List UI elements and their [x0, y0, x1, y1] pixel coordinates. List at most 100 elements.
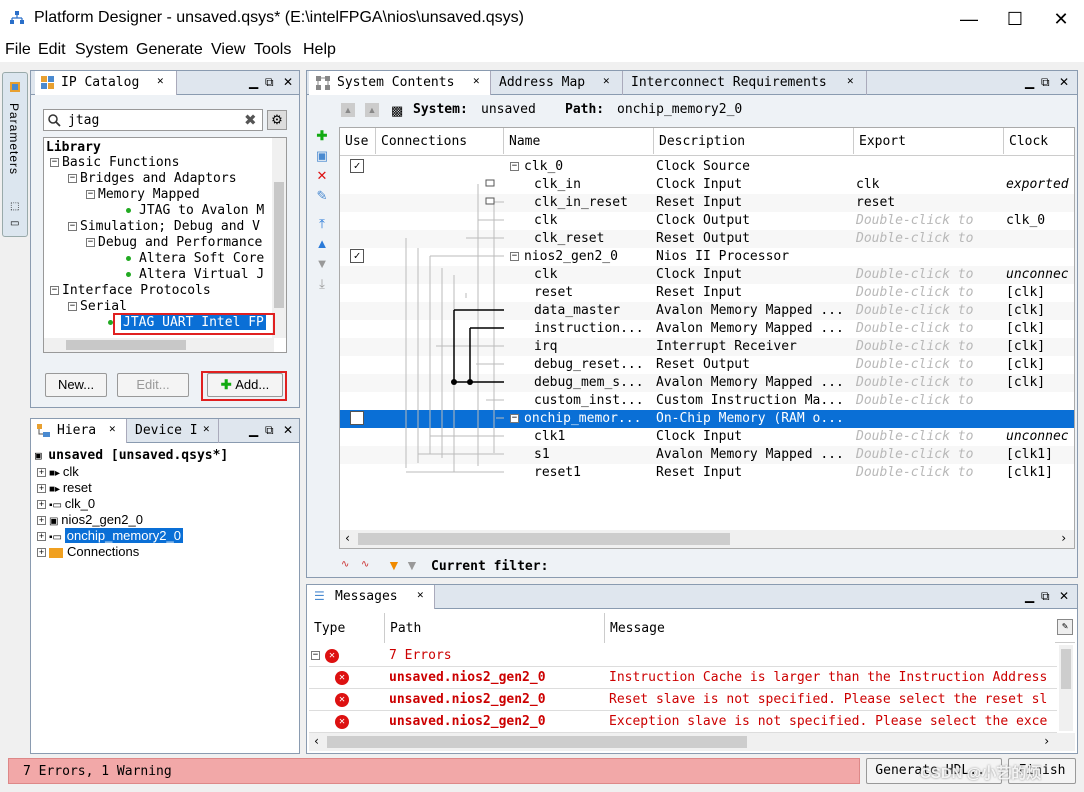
table-horizontal-scrollbar[interactable]: ‹ ›: [340, 530, 1074, 548]
close-icon[interactable]: ✕: [109, 422, 116, 435]
menu-system[interactable]: System: [75, 41, 128, 59]
menu-view[interactable]: View: [211, 41, 245, 59]
tree-altera-virtual-jtag[interactable]: Altera Virtual J: [126, 267, 264, 282]
row-clock[interactable]: clk_0: [1006, 213, 1074, 228]
minimize-panel-icon[interactable]: ▁: [1025, 75, 1034, 89]
row-clock[interactable]: exported: [1006, 177, 1074, 192]
row-clock[interactable]: [clk]: [1006, 285, 1074, 300]
maximize-panel-icon[interactable]: ⧉: [1041, 75, 1050, 90]
remove-icon[interactable]: ✕: [315, 169, 329, 183]
close-panel-icon[interactable]: ✕: [1059, 75, 1069, 89]
row-export[interactable]: reset: [856, 195, 1002, 210]
hierarchy-item-clk0[interactable]: + ▪▭ clk_0: [37, 496, 95, 511]
message-row[interactable]: ✕ unsaved.nios2_gen2_0 Instruction Cache i…: [309, 667, 1057, 689]
row-export[interactable]: clk: [856, 177, 1002, 192]
col-export[interactable]: Export: [854, 128, 1004, 154]
minimize-button[interactable]: —: [946, 0, 992, 38]
col-clock[interactable]: Clock: [1004, 128, 1074, 154]
row-name[interactable]: irq: [534, 339, 652, 354]
hierarchy-item-onchip-memory[interactable]: + ▪▭ onchip_memory2_0: [37, 528, 183, 543]
tree-simulation-debug[interactable]: − Simulation; Debug and V: [68, 219, 260, 234]
msg-col-type[interactable]: Type: [309, 613, 385, 643]
row-export[interactable]: Double-click to: [856, 375, 1002, 390]
edit-component-icon[interactable]: ✎: [315, 189, 329, 203]
maximize-panel-icon[interactable]: ⧉: [265, 423, 274, 438]
hierarchy-item-connections[interactable]: + Connections: [37, 544, 139, 559]
hierarchy-item-clk[interactable]: + ■▸ clk: [37, 464, 79, 479]
tab-address-map[interactable]: Address Map ✕: [491, 71, 623, 95]
clear-search-icon[interactable]: ✖: [244, 111, 257, 129]
row-name[interactable]: clk1: [534, 429, 652, 444]
row-clock[interactable]: [clk]: [1006, 321, 1074, 336]
row-export[interactable]: Double-click to: [856, 357, 1002, 372]
parameters-side-tab[interactable]: Parameters ⬚ ▭: [2, 72, 28, 237]
row-name[interactable]: clk_reset: [534, 231, 652, 246]
menu-generate[interactable]: Generate: [136, 41, 203, 59]
maximize-panel-icon[interactable]: ⧉: [1041, 589, 1050, 604]
messages-horizontal-scrollbar[interactable]: ‹ ›: [309, 733, 1075, 751]
hierarchy-root[interactable]: ▣ unsaved [unsaved.qsys*]: [35, 448, 228, 463]
row-name[interactable]: clk: [534, 213, 652, 228]
row-export[interactable]: Double-click to: [856, 393, 1002, 408]
tree-memory-mapped[interactable]: − Memory Mapped: [86, 187, 200, 202]
maximize-button[interactable]: ☐: [992, 0, 1038, 38]
col-filter-icon[interactable]: ∿: [361, 559, 369, 570]
add-subsystem-icon[interactable]: ▣: [315, 149, 329, 163]
use-checkbox[interactable]: ✓: [350, 411, 364, 425]
row-name[interactable]: − clk_0: [510, 159, 650, 174]
msg-col-path[interactable]: Path: [385, 613, 605, 643]
close-icon[interactable]: ✕: [847, 74, 854, 87]
tab-ip-catalog[interactable]: IP Catalog ✕: [35, 71, 177, 95]
row-clock[interactable]: unconnec: [1006, 267, 1074, 282]
row-clock[interactable]: unconnec: [1006, 429, 1074, 444]
col-name[interactable]: Name: [504, 128, 654, 154]
row-name[interactable]: instruction...: [534, 321, 652, 336]
tree-horizontal-scrollbar[interactable]: [44, 338, 274, 352]
restore-icon[interactable]: ⬚: [10, 201, 19, 212]
edit-button[interactable]: Edit...: [117, 373, 189, 397]
expander-icon[interactable]: −: [510, 252, 519, 261]
scroll-left-icon[interactable]: ‹: [344, 531, 351, 545]
row-export[interactable]: Double-click to: [856, 447, 1002, 462]
row-name[interactable]: custom_inst...: [534, 393, 652, 408]
menu-file[interactable]: File: [5, 41, 31, 59]
row-export[interactable]: Double-click to: [856, 321, 1002, 336]
connections-graph[interactable]: [376, 158, 504, 482]
col-use[interactable]: Use: [340, 128, 376, 154]
tab-hierarchy[interactable]: Hiera ✕: [31, 419, 127, 443]
minimize-panel-icon[interactable]: ▁: [249, 75, 258, 89]
row-export[interactable]: Double-click to: [856, 303, 1002, 318]
col-connections[interactable]: Connections: [376, 128, 504, 154]
row-clock[interactable]: [clk]: [1006, 339, 1074, 354]
use-checkbox[interactable]: ✓: [350, 159, 364, 173]
expander-icon[interactable]: −: [510, 414, 519, 423]
row-name[interactable]: − nios2_gen2_0: [510, 249, 650, 264]
close-icon[interactable]: ✕: [157, 74, 164, 87]
tree-bridges-and-adaptors[interactable]: − Bridges and Adaptors: [68, 171, 237, 186]
row-name[interactable]: reset: [534, 285, 652, 300]
close-panel-icon[interactable]: ✕: [283, 75, 293, 89]
tree-basic-functions[interactable]: − Basic Functions: [50, 155, 179, 170]
row-export[interactable]: Double-click to: [856, 285, 1002, 300]
message-row[interactable]: ✕ unsaved.nios2_gen2_0 Reset slave is not …: [309, 689, 1057, 711]
gear-icon[interactable]: ⚙: [267, 110, 287, 130]
row-clock[interactable]: [clk]: [1006, 303, 1074, 318]
row-filter-icon[interactable]: ∿: [341, 559, 349, 570]
move-down-icon[interactable]: ▼: [315, 257, 329, 271]
scroll-right-icon[interactable]: ›: [1060, 531, 1067, 545]
row-export[interactable]: Double-click to: [856, 339, 1002, 354]
ip-search-box[interactable]: jtag ✖: [43, 109, 263, 131]
clear-filter-icon[interactable]: ▼: [405, 557, 419, 573]
row-name[interactable]: clk: [534, 267, 652, 282]
row-name[interactable]: data_master: [534, 303, 652, 318]
tree-interface-protocols[interactable]: − Interface Protocols: [50, 283, 211, 298]
tab-messages[interactable]: ☰ Messages ✕: [307, 585, 435, 609]
tab-system-contents[interactable]: System Contents ✕: [309, 71, 491, 95]
use-checkbox[interactable]: ✓: [350, 249, 364, 263]
nav-back-icon[interactable]: ▲: [341, 103, 355, 117]
row-name[interactable]: debug_reset...: [534, 357, 652, 372]
close-icon[interactable]: ✕: [473, 74, 480, 87]
tree-debug-performance[interactable]: − Debug and Performance: [86, 235, 262, 250]
tab-interconnect-requirements[interactable]: Interconnect Requirements ✕: [623, 71, 867, 95]
row-clock[interactable]: [clk]: [1006, 375, 1074, 390]
